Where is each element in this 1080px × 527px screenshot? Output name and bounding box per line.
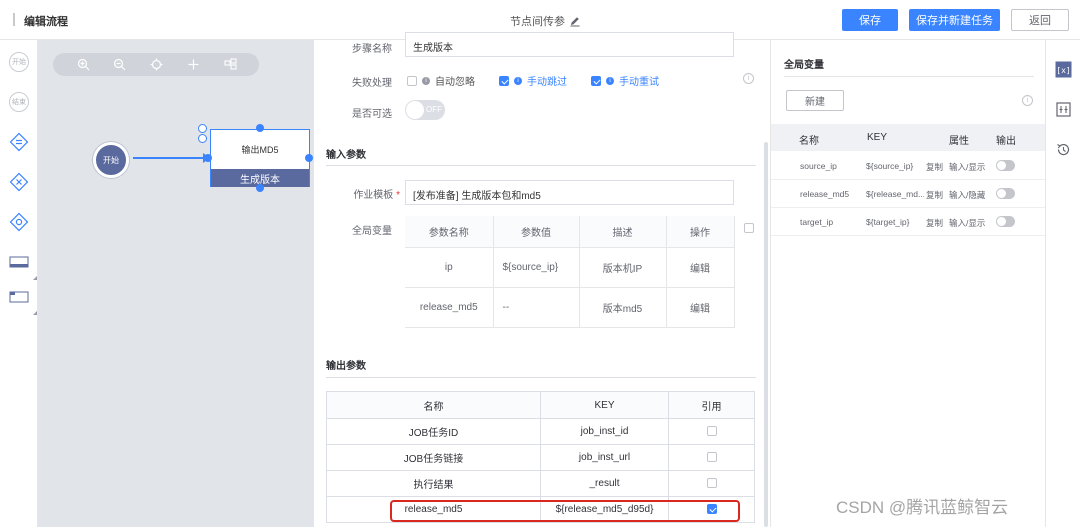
config-scrollbar[interactable]	[764, 142, 768, 527]
output-params-heading: 输出参数	[326, 361, 366, 372]
save-button[interactable]: 保存	[842, 9, 898, 31]
back-button[interactable]: 返回	[1011, 9, 1069, 31]
flow-name-label: 节点间传参	[510, 16, 565, 28]
failure-option-manual-skip[interactable]: i 手动跳过	[499, 73, 567, 88]
flow-canvas[interactable]: 开始 输出MD5 生成版本	[38, 40, 314, 527]
info-dot-icon: i	[422, 76, 430, 85]
zoom-out-icon[interactable]	[113, 58, 126, 71]
palette-start-node[interactable]: 开始	[8, 51, 30, 73]
node-palette: 开始 结束	[0, 40, 38, 527]
svg-text:[x]: [x]	[1056, 66, 1070, 75]
optional-toggle[interactable]: OFF	[405, 100, 445, 120]
node-anchor-top[interactable]	[256, 124, 264, 132]
task-node[interactable]: 输出MD5 生成版本	[210, 129, 310, 187]
node-anchor-bottom[interactable]	[256, 184, 264, 192]
table-row: release_md5 -- 版本md5 编辑	[405, 287, 735, 328]
failure-handling-label: 失败处理	[352, 78, 392, 89]
failure-help-icon[interactable]: i	[743, 73, 754, 84]
highlight-annotation	[390, 500, 740, 522]
auto-ignore-checkbox[interactable]	[407, 75, 417, 86]
variables-help-icon[interactable]: i	[1022, 95, 1033, 106]
section-divider	[326, 165, 756, 166]
failure-option-manual-retry[interactable]: i 手动重试	[591, 73, 659, 88]
task-node-icon[interactable]	[8, 251, 30, 273]
reset-view-icon[interactable]	[150, 58, 163, 71]
template-data-tab-icon[interactable]	[1055, 101, 1072, 118]
node-anchor-right[interactable]	[305, 154, 313, 162]
copy-link[interactable]: 复制	[926, 189, 943, 201]
copy-link[interactable]: 复制	[926, 217, 943, 229]
column-header: 参数值	[493, 216, 580, 248]
add-node-icon[interactable]	[187, 58, 200, 71]
global-var-label: 全局变量	[352, 226, 392, 237]
node-config-panel: 步骤名称 生成版本 失败处理 i 自动忽略 i 手动跳过 i 手动重试 i 是否…	[314, 32, 766, 527]
panel-divider	[784, 76, 1034, 77]
node-handle-dot[interactable]	[198, 124, 207, 133]
parallel-gateway-icon[interactable]	[8, 131, 30, 153]
column-header: 操作	[666, 216, 735, 248]
input-params-heading: 输入参数	[326, 150, 366, 161]
edit-link[interactable]: 编辑	[666, 247, 735, 288]
expand-corner-icon	[33, 276, 37, 280]
edit-link[interactable]: 编辑	[666, 287, 735, 328]
side-toolbar: [x]	[1045, 40, 1080, 527]
column-header: 描述	[579, 216, 667, 248]
column-header: 参数名称	[405, 216, 494, 248]
global-var-checkbox[interactable]	[744, 223, 754, 233]
layout-icon[interactable]	[224, 58, 237, 71]
copy-link[interactable]: 复制	[926, 161, 943, 173]
output-toggle[interactable]	[996, 160, 1015, 171]
column-header: 名称	[326, 391, 541, 419]
reference-checkbox[interactable]	[706, 478, 717, 489]
new-variable-button[interactable]: 新建	[786, 90, 844, 111]
reference-checkbox[interactable]	[706, 426, 717, 437]
start-node[interactable]: 开始	[93, 142, 129, 178]
output-toggle[interactable]	[996, 188, 1015, 199]
info-dot-icon: i	[514, 76, 522, 85]
variable-row: source_ip ${source_ip} 复制 输入/显示	[771, 152, 1046, 180]
info-dot-icon: i	[606, 76, 614, 85]
task-node-title: 输出MD5	[241, 145, 279, 155]
table-row: ip ${source_ip} 版本机IP 编辑	[405, 247, 735, 288]
variable-row: release_md5 ${release_md... 复制 输入/隐藏	[771, 180, 1046, 208]
node-anchor-left[interactable]	[204, 154, 212, 162]
save-and-new-task-button[interactable]: 保存并新建任务	[909, 9, 1000, 31]
manual-skip-checkbox[interactable]	[499, 75, 509, 86]
step-name-input[interactable]: 生成版本	[405, 32, 734, 57]
flow-name[interactable]: 节点间传参	[510, 13, 581, 29]
panel-title: 全局变量	[784, 60, 824, 71]
job-template-label: 作业模板 *	[353, 190, 400, 201]
page-title: 编辑流程	[24, 16, 68, 28]
column-header: 引用	[668, 391, 755, 419]
optional-label: 是否可选	[352, 109, 392, 120]
table-row: JOB任务链接 job_inst_url	[326, 444, 755, 471]
table-row: JOB任务ID job_inst_id	[326, 418, 755, 445]
variable-row: target_ip ${target_ip} 复制 输入/显示	[771, 208, 1046, 236]
output-toggle[interactable]	[996, 216, 1015, 227]
step-name-label: 步骤名称	[352, 44, 392, 55]
watermark-text: CSDN @腾讯蓝鲸智云	[836, 498, 1009, 517]
history-tab-icon[interactable]	[1055, 141, 1072, 158]
node-handle-dot[interactable]	[198, 134, 207, 143]
palette-end-node[interactable]: 结束	[8, 91, 30, 113]
zoom-toolbar	[53, 53, 259, 76]
section-divider	[326, 377, 756, 378]
global-variables-tab-icon[interactable]: [x]	[1055, 61, 1072, 78]
failure-option-auto-ignore[interactable]: i 自动忽略	[407, 73, 475, 88]
subprocess-node-icon[interactable]	[8, 286, 30, 308]
job-template-select[interactable]: [发布准备] 生成版本包和md5	[405, 180, 734, 205]
expand-corner-icon	[33, 311, 37, 315]
global-variables-panel: 全局变量 新建 i 名称 KEY 属性 输出 source_ip ${sourc…	[770, 40, 1046, 527]
exclusive-gateway-icon[interactable]	[8, 171, 30, 193]
column-header: KEY	[540, 391, 669, 419]
flow-edge[interactable]	[133, 157, 205, 159]
zoom-in-icon[interactable]	[77, 58, 90, 71]
global-params-table: 参数名称 参数值 描述 操作 ip ${source_ip} 版本机IP 编辑 …	[405, 216, 735, 328]
table-row: 执行结果 _result	[326, 470, 755, 497]
manual-retry-checkbox[interactable]	[591, 75, 601, 86]
title-accent	[13, 13, 15, 26]
edit-pencil-icon[interactable]	[569, 15, 581, 27]
converge-gateway-icon[interactable]	[8, 211, 30, 233]
reference-checkbox[interactable]	[706, 452, 717, 463]
